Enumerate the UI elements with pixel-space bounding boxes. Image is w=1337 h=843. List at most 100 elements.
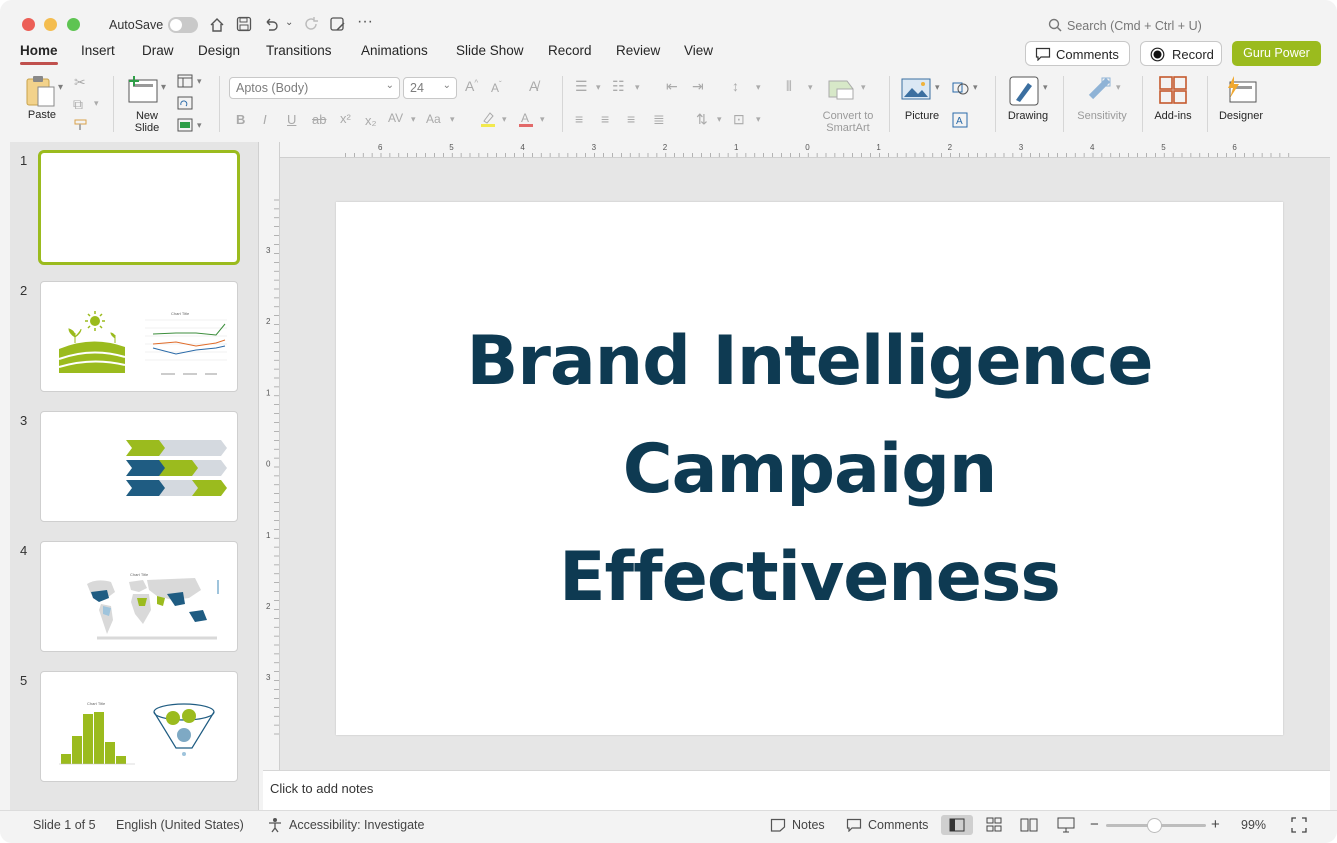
slide-thumbnail-2[interactable]: Chart Title: [40, 281, 238, 392]
slide-show-icon[interactable]: [1057, 817, 1075, 833]
character-spacing-icon[interactable]: AV: [388, 111, 403, 125]
sensitivity-icon[interactable]: [1086, 75, 1114, 103]
bullets-icon[interactable]: ☰: [575, 78, 588, 95]
search-input[interactable]: Search (Cmd + Ctrl + U): [1067, 19, 1202, 33]
slide-thumbnail-5[interactable]: Chart Title: [40, 671, 238, 782]
highlight-icon[interactable]: [479, 110, 497, 128]
bullets-dropdown-icon[interactable]: ▾: [596, 82, 601, 93]
copy-dropdown-icon[interactable]: ▾: [94, 98, 99, 109]
notes-toggle[interactable]: Notes: [792, 818, 825, 832]
text-direction-dropdown-icon[interactable]: ▾: [717, 114, 722, 125]
slide-thumbnail-3[interactable]: [40, 411, 238, 522]
text-direction-icon[interactable]: ⇅: [696, 111, 708, 128]
picture-dropdown-icon[interactable]: ▾: [935, 82, 940, 93]
superscript-icon[interactable]: x²: [340, 111, 351, 126]
tab-review[interactable]: Review: [616, 43, 660, 58]
section-dropdown-icon[interactable]: ▾: [197, 120, 202, 131]
new-slide-icon[interactable]: [126, 74, 160, 106]
clear-formatting-icon[interactable]: A̸: [529, 78, 538, 94]
align-center-icon[interactable]: ≡: [601, 111, 609, 127]
columns-dropdown-icon[interactable]: ▾: [808, 82, 813, 93]
highlight-dropdown-icon[interactable]: ▾: [502, 114, 507, 125]
tab-view[interactable]: View: [684, 43, 713, 58]
fit-to-window-icon[interactable]: [1291, 817, 1307, 833]
underline-icon[interactable]: U: [287, 112, 296, 127]
cut-icon[interactable]: ✂: [74, 74, 86, 91]
columns-icon[interactable]: ⫴: [786, 78, 792, 95]
layout-dropdown-icon[interactable]: ▾: [197, 76, 202, 87]
paste-icon[interactable]: [24, 74, 58, 108]
zoom-in-icon[interactable]: +: [1211, 816, 1220, 833]
reset-slide-icon[interactable]: [177, 96, 193, 110]
record-button[interactable]: Record: [1140, 41, 1222, 66]
minimize-window-button[interactable]: [44, 18, 57, 31]
smartart-icon[interactable]: [827, 77, 857, 101]
slide-thumbnail-1[interactable]: [38, 150, 240, 265]
normal-view-button[interactable]: [941, 815, 973, 835]
shapes-dropdown-icon[interactable]: ▾: [973, 82, 978, 93]
align-right-icon[interactable]: ≡: [627, 111, 635, 127]
tab-insert[interactable]: Insert: [81, 43, 115, 58]
align-text-dropdown-icon[interactable]: ▾: [756, 114, 761, 125]
undo-dropdown-icon[interactable]: ⌄: [285, 17, 293, 28]
autosave-toggle[interactable]: [168, 17, 198, 33]
notes-pane[interactable]: Click to add notes: [263, 770, 1330, 810]
zoom-slider[interactable]: [1106, 818, 1206, 833]
tab-record[interactable]: Record: [548, 43, 592, 58]
tab-transitions[interactable]: Transitions: [266, 43, 332, 58]
subscript-icon[interactable]: x₂: [365, 113, 377, 128]
smartart-dropdown-icon[interactable]: ▾: [861, 82, 866, 93]
format-painter-icon[interactable]: [73, 118, 89, 132]
numbering-icon[interactable]: ☷: [612, 78, 625, 95]
drawing-dropdown-icon[interactable]: ▾: [1043, 82, 1048, 93]
accessibility-status[interactable]: Accessibility: Investigate: [289, 818, 424, 832]
increase-indent-icon[interactable]: ⇥: [692, 78, 704, 95]
designer-icon[interactable]: [1224, 74, 1258, 106]
more-commands-icon[interactable]: ···: [357, 13, 373, 31]
tab-design[interactable]: Design: [198, 43, 240, 58]
font-size-select[interactable]: 24 ⌄: [403, 77, 457, 99]
text-box-icon[interactable]: A: [952, 112, 968, 128]
bold-icon[interactable]: B: [236, 112, 245, 127]
strikethrough-icon[interactable]: ab: [312, 112, 326, 127]
justify-icon[interactable]: ≣: [653, 111, 665, 128]
decrease-indent-icon[interactable]: ⇤: [666, 78, 678, 95]
shapes-icon[interactable]: [951, 79, 971, 97]
tab-animations[interactable]: Animations: [361, 43, 428, 58]
slide-thumbnail-4[interactable]: Chart Title: [40, 541, 238, 652]
layout-icon[interactable]: [177, 74, 193, 88]
slide-thumbnails-panel[interactable]: 1 2 Chart Title 3 4 Chart Title 5 Chart …: [10, 142, 259, 810]
slide-title[interactable]: Brand Intelligence Campaign Effectivenes…: [336, 308, 1283, 632]
section-icon[interactable]: [177, 118, 193, 132]
comments-button[interactable]: Comments: [1025, 41, 1130, 66]
save-icon[interactable]: [236, 16, 252, 32]
new-slide-dropdown-icon[interactable]: ▾: [161, 82, 166, 93]
language-indicator[interactable]: English (United States): [116, 818, 244, 832]
save-as-icon[interactable]: [329, 16, 347, 34]
redo-icon[interactable]: [302, 15, 320, 33]
zoom-level[interactable]: 99%: [1241, 818, 1266, 832]
drawing-icon[interactable]: [1008, 75, 1040, 107]
sensitivity-dropdown-icon[interactable]: ▾: [1116, 82, 1121, 93]
character-spacing-dropdown-icon[interactable]: ▾: [411, 114, 416, 125]
align-text-icon[interactable]: ⊡: [733, 111, 745, 128]
undo-icon[interactable]: [262, 15, 280, 33]
zoom-out-icon[interactable]: −: [1090, 816, 1099, 833]
current-slide[interactable]: Brand Intelligence Campaign Effectivenes…: [336, 202, 1283, 735]
tab-slide-show[interactable]: Slide Show: [456, 43, 524, 58]
decrease-font-icon[interactable]: Aˇ: [491, 80, 502, 95]
guru-power-button[interactable]: Guru Power: [1232, 41, 1321, 66]
increase-font-icon[interactable]: A^: [465, 78, 478, 94]
zoom-window-button[interactable]: [67, 18, 80, 31]
italic-icon[interactable]: I: [263, 112, 267, 127]
add-ins-icon[interactable]: [1158, 75, 1188, 105]
close-window-button[interactable]: [22, 18, 35, 31]
change-case-dropdown-icon[interactable]: ▾: [450, 114, 455, 125]
paste-dropdown-icon[interactable]: ▾: [58, 82, 63, 93]
change-case-icon[interactable]: Aa: [426, 112, 441, 126]
font-name-select[interactable]: Aptos (Body) ⌄: [229, 77, 400, 99]
reading-view-icon[interactable]: [1020, 817, 1038, 833]
font-color-icon[interactable]: A: [517, 110, 535, 128]
comments-toggle[interactable]: Comments: [868, 818, 928, 832]
zoom-slider-handle[interactable]: [1147, 818, 1162, 833]
